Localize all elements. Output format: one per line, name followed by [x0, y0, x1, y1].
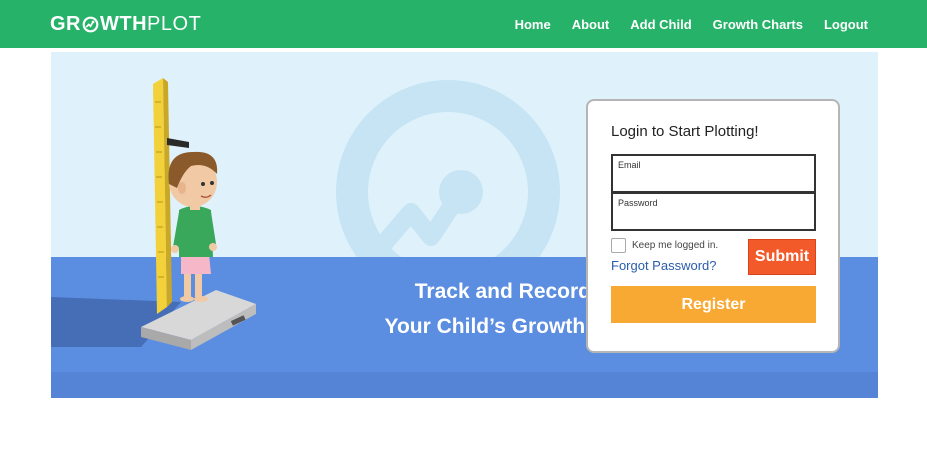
email-input[interactable]: [618, 173, 808, 189]
password-field[interactable]: Password: [611, 192, 816, 231]
password-label: Password: [618, 198, 658, 208]
nav-logout[interactable]: Logout: [824, 17, 868, 32]
brand-logo[interactable]: GR WTH PLOT: [50, 12, 201, 36]
hero-banner: Track and Record Your Child’s Growth. Lo…: [51, 52, 878, 398]
nav-about[interactable]: About: [572, 17, 610, 32]
top-navbar: GR WTH PLOT Home About Add Child Growth …: [0, 0, 927, 48]
remember-checkbox[interactable]: [611, 238, 626, 253]
email-label: Email: [618, 160, 641, 170]
forgot-password-link[interactable]: Forgot Password?: [611, 258, 717, 273]
password-input[interactable]: [618, 211, 808, 227]
nav-home[interactable]: Home: [515, 17, 551, 32]
nav-growth-charts[interactable]: Growth Charts: [713, 17, 803, 32]
remember-label: Keep me logged in.: [632, 240, 719, 251]
brand-growth-wth: WTH: [100, 12, 148, 35]
email-field[interactable]: Email: [611, 154, 816, 193]
brand-plot: PLOT: [147, 12, 202, 35]
login-title: Login to Start Plotting!: [611, 123, 759, 140]
growth-o-icon: [82, 16, 99, 32]
hero-line-2: Your Child’s Growth.: [384, 315, 592, 338]
register-button[interactable]: Register: [611, 286, 816, 323]
hero-tagline: Track and Record Your Child’s Growth.: [321, 274, 592, 344]
login-card: Login to Start Plotting! Email Password …: [586, 99, 840, 353]
remember-me[interactable]: Keep me logged in.: [611, 238, 718, 253]
submit-button[interactable]: Submit: [748, 239, 816, 275]
hero-line-1: Track and Record: [414, 280, 591, 303]
nav-add-child[interactable]: Add Child: [630, 17, 691, 32]
main-nav: Home About Add Child Growth Charts Logou…: [494, 0, 868, 48]
brand-growth-gr: GR: [50, 12, 81, 35]
